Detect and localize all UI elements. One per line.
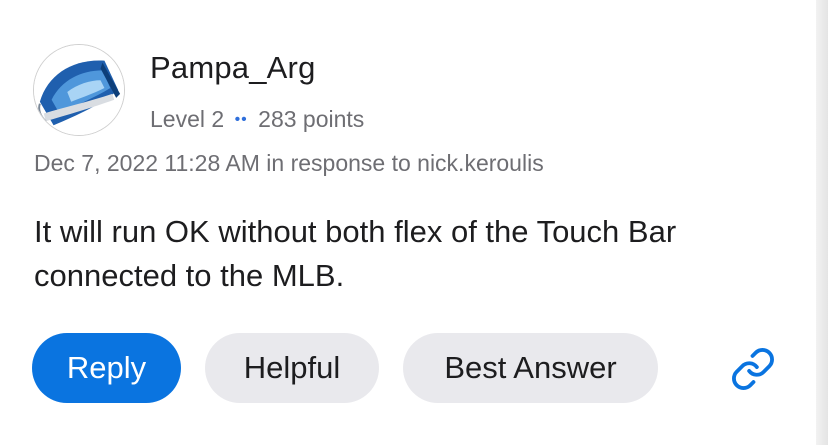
author-name[interactable]: Pampa_Arg bbox=[150, 50, 316, 86]
reply-button[interactable]: Reply bbox=[32, 333, 181, 403]
imac-avatar-icon bbox=[34, 45, 124, 135]
reply-button-label: Reply bbox=[66, 350, 147, 385]
separator-dots: •• bbox=[234, 111, 248, 128]
best-answer-button[interactable]: Best Answer bbox=[403, 333, 658, 403]
author-meta: Level 2 •• 283 points bbox=[150, 106, 364, 133]
post-timestamp: Dec 7, 2022 11:28 AM in response to nick… bbox=[34, 150, 544, 176]
user-avatar[interactable] bbox=[33, 44, 125, 136]
helpful-button[interactable]: Helpful bbox=[205, 333, 379, 403]
helpful-button-label: Helpful bbox=[243, 350, 341, 385]
user-points: 283 points bbox=[258, 106, 365, 132]
best-answer-button-label: Best Answer bbox=[444, 350, 617, 385]
screen-edge bbox=[816, 0, 828, 445]
link-icon[interactable] bbox=[730, 346, 776, 392]
post-body: It will run OK without both flex of the … bbox=[34, 214, 677, 293]
user-level: Level 2 bbox=[150, 106, 225, 132]
